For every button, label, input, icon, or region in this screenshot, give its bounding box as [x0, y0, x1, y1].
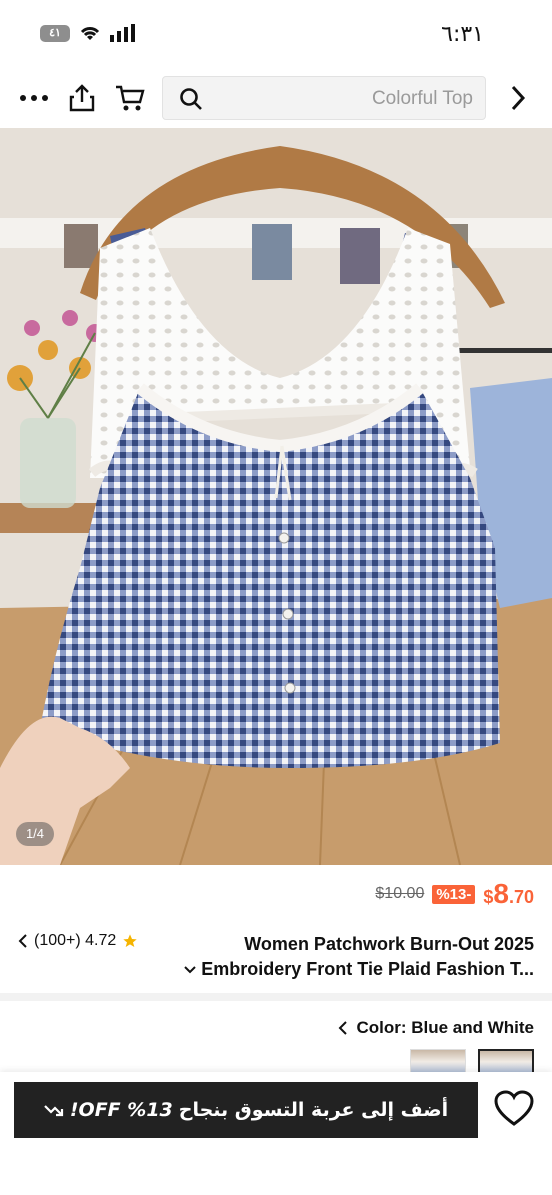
product-photo-illustration: [0, 128, 552, 865]
title-line-1: Women Patchwork Burn-Out 2025: [244, 934, 534, 954]
original-price: $10.00: [375, 885, 425, 902]
signal-icon: [110, 24, 135, 42]
chevron-down-icon[interactable]: [184, 965, 196, 975]
bottom-bar: أضف إلى عربة التسوق بنجاح %13 OFF!: [0, 1072, 552, 1195]
price-row: $10.00 %13- $8.70: [375, 878, 534, 910]
add-to-cart-label: أضف إلى عربة التسوق بنجاح: [178, 1099, 449, 1121]
product-title[interactable]: Women Patchwork Burn-Out 2025 Embroidery…: [174, 932, 534, 982]
search-input[interactable]: Colorful Top: [162, 76, 486, 120]
search-placeholder: Colorful Top: [371, 88, 473, 109]
discount-off-text: %13 OFF!: [69, 1099, 173, 1121]
star-icon: [123, 934, 137, 947]
currency-symbol: $: [483, 887, 494, 907]
more-icon[interactable]: [16, 80, 52, 116]
chevron-right-icon[interactable]: [500, 80, 536, 116]
status-icons: ٤١: [40, 24, 138, 42]
rating[interactable]: (100+) 4.72: [18, 932, 138, 950]
trend-down-icon: [44, 1105, 63, 1117]
cart-icon[interactable]: [112, 80, 148, 116]
gallery-indicator: 1/4: [16, 822, 54, 846]
wifi-icon: [80, 27, 100, 40]
search-icon: [180, 88, 202, 110]
wishlist-heart-icon[interactable]: [494, 1090, 534, 1133]
color-selector[interactable]: Color: Blue and White: [338, 1018, 534, 1038]
section-divider: [0, 993, 552, 1001]
price-cents: .70: [508, 887, 534, 907]
top-bar: Colorful Top: [0, 70, 552, 126]
current-price: $8.70: [483, 878, 534, 910]
share-icon[interactable]: [64, 80, 100, 116]
chevron-left-icon: [18, 934, 27, 948]
add-to-cart-button[interactable]: أضف إلى عربة التسوق بنجاح %13 OFF!: [14, 1082, 478, 1138]
product-image[interactable]: [0, 128, 552, 865]
battery-level: ٤١: [49, 26, 61, 39]
discount-badge: %13-: [432, 884, 476, 904]
price-main: 8: [493, 878, 509, 909]
title-line-2-text: Embroidery Front Tie Plaid Fashion T...: [201, 959, 534, 979]
rating-text: (100+) 4.72: [34, 932, 117, 949]
chevron-left-icon: [339, 1021, 348, 1035]
battery-icon: ٤١: [40, 24, 70, 42]
color-label: Color: Blue and White: [356, 1018, 534, 1037]
title-line-2: Embroidery Front Tie Plaid Fashion T...: [174, 957, 534, 982]
status-bar: ٤١ ٦:٣١: [0, 0, 552, 70]
clock: ٦:٣١: [441, 22, 484, 47]
